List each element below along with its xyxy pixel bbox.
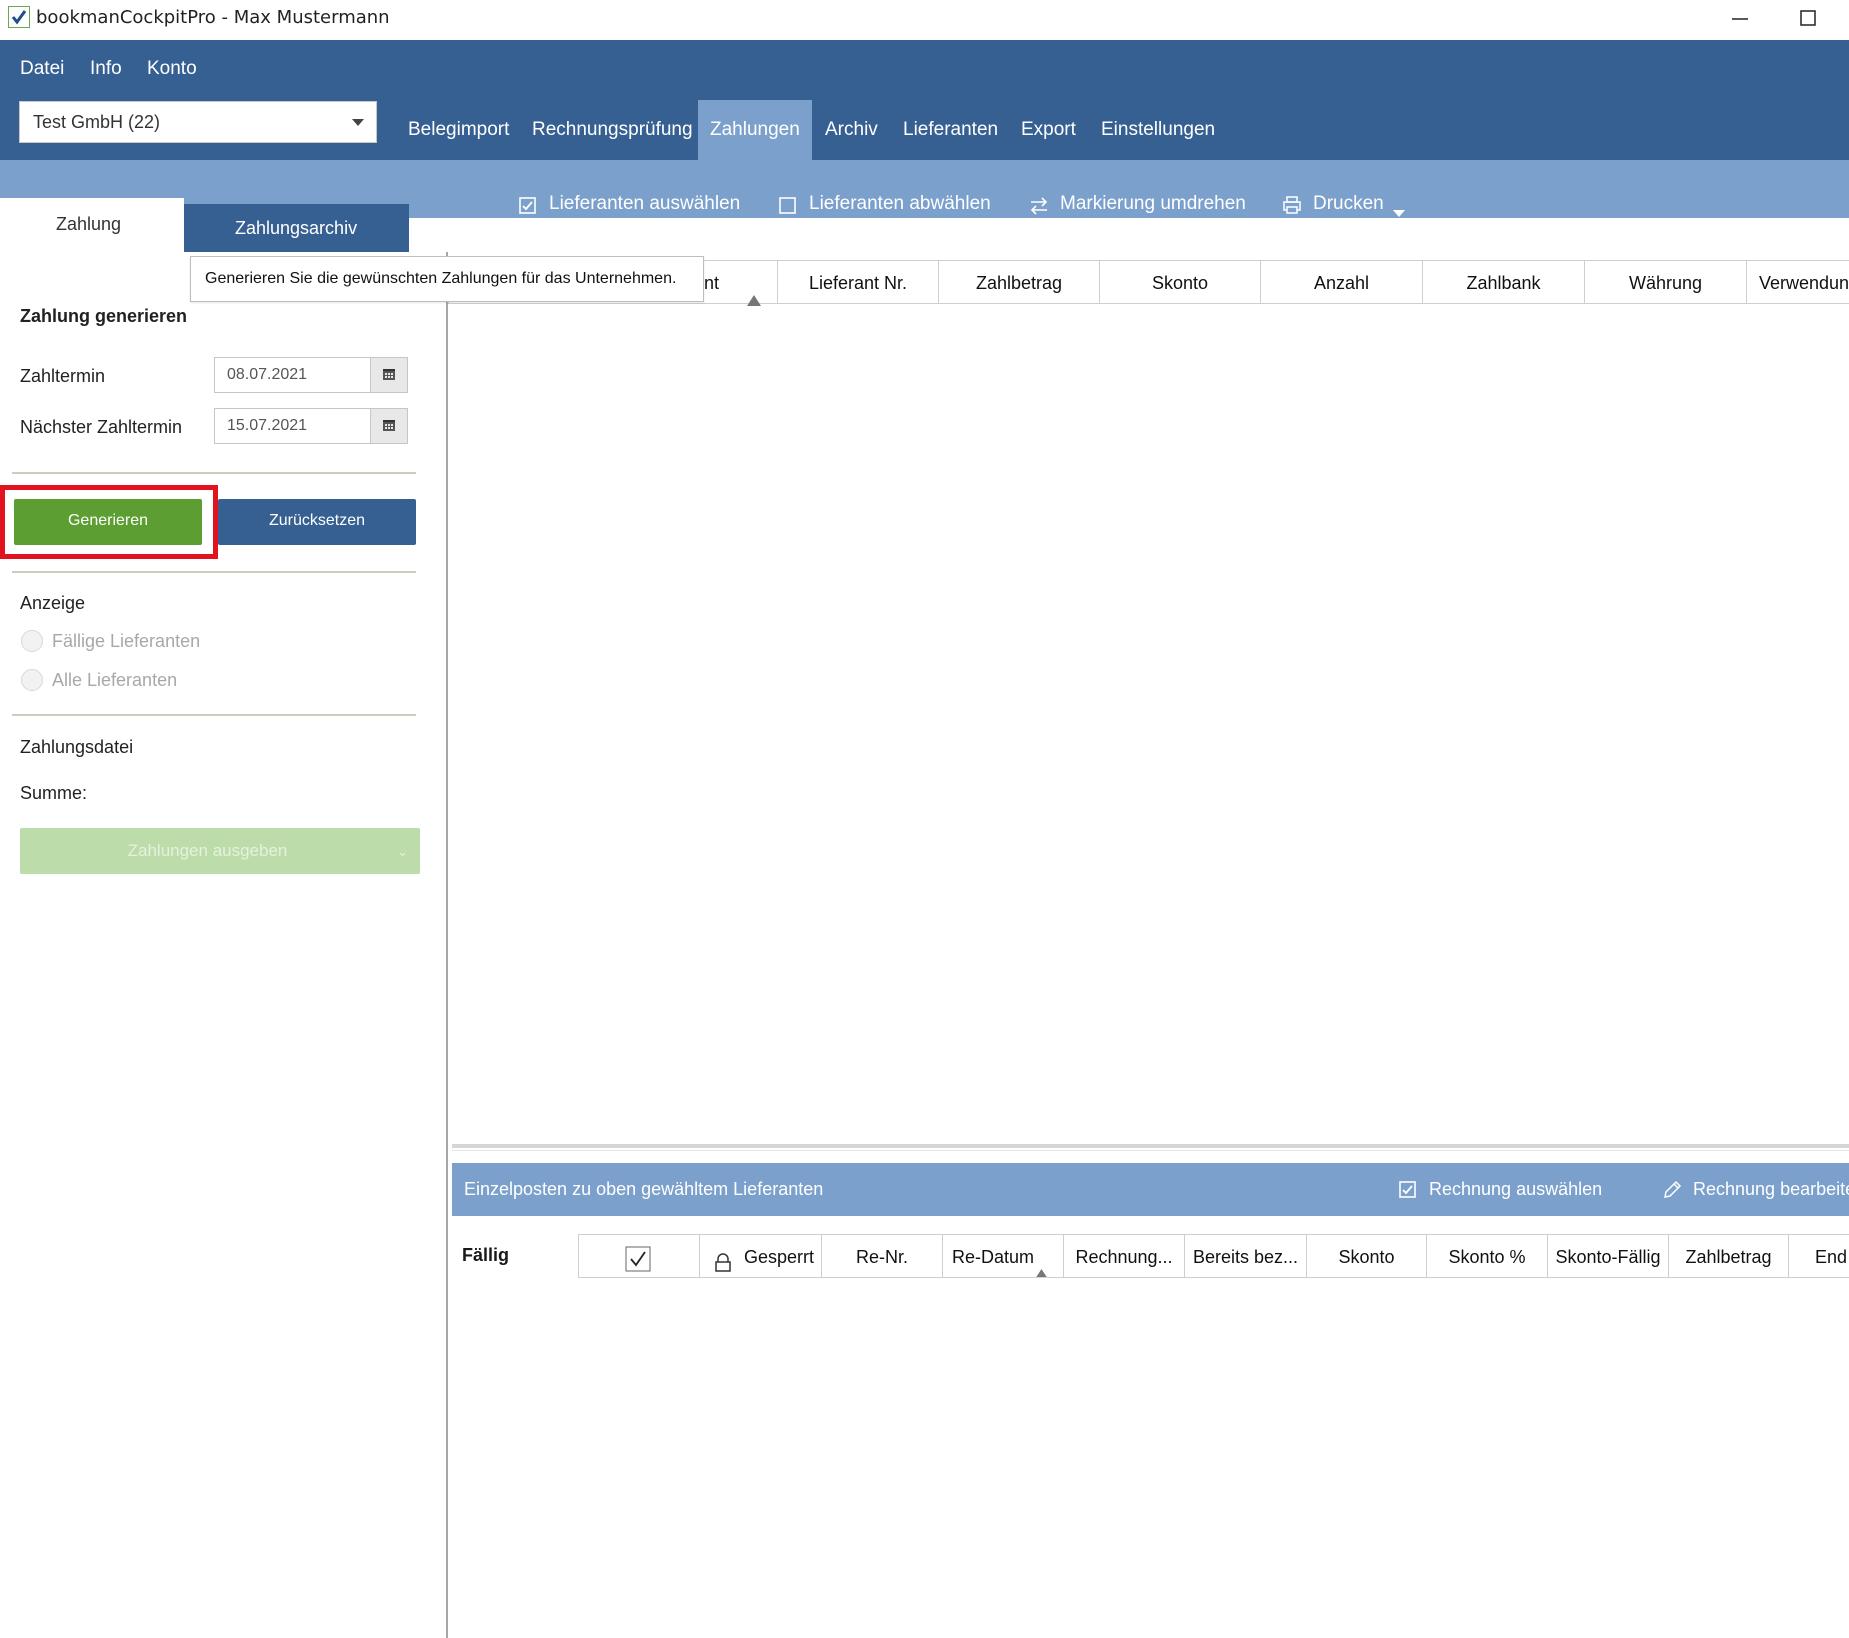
grid-splitter[interactable] xyxy=(452,1144,1849,1148)
tab-zahlungen[interactable]: Zahlungen xyxy=(698,100,812,160)
divider xyxy=(12,571,416,573)
tab-belegimport[interactable]: Belegimport xyxy=(396,100,521,160)
tooltip-text: Generieren Sie die gewünschten Zahlungen… xyxy=(205,270,677,287)
highlight-box xyxy=(0,485,218,559)
maximize-button[interactable] xyxy=(1788,2,1828,36)
column-header-bereits-bezahlt[interactable]: Bereits bez... xyxy=(1184,1234,1307,1278)
menu-info[interactable]: Info xyxy=(90,58,122,80)
sort-up-icon xyxy=(747,278,761,322)
output-payments-button[interactable]: Zahlungen ausgeben ⌄ xyxy=(20,828,420,874)
divider xyxy=(12,472,416,474)
company-select[interactable]: Test GmbH (22) xyxy=(19,101,377,143)
radio-all-suppliers-label: Alle Lieferanten xyxy=(52,670,178,690)
reset-button[interactable]: Zurücksetzen xyxy=(218,499,416,545)
panel-heading: Zahlung generieren xyxy=(20,306,188,326)
tab-archiv[interactable]: Archiv xyxy=(813,100,890,160)
minimize-button[interactable] xyxy=(1720,2,1760,36)
line-items-title: Einzelposten zu oben gewähltem Lieferant… xyxy=(464,1179,824,1199)
column-header-zahlbank[interactable]: Zahlbank xyxy=(1422,260,1585,304)
output-payments-label: Zahlungen ausgeben xyxy=(127,841,288,860)
tab-zahlungsarchiv[interactable]: Zahlungsarchiv xyxy=(184,204,409,252)
payment-date-value: 08.07.2021 xyxy=(227,366,308,383)
invert-selection-button[interactable]: Markierung umdrehen xyxy=(1060,193,1246,215)
column-header-waehrung[interactable]: Währung xyxy=(1584,260,1747,304)
print-button[interactable]: Drucken xyxy=(1313,193,1384,215)
app-logo-icon xyxy=(8,6,30,28)
column-header-zahlbetrag[interactable]: Zahlbetrag xyxy=(938,260,1100,304)
payment-file-label: Zahlungsdatei xyxy=(20,737,134,757)
column-header-verwendung[interactable]: Verwendun xyxy=(1746,260,1849,304)
radio-due-suppliers-label: Fällige Lieferanten xyxy=(52,631,201,651)
column-header-zahlbetrag[interactable]: Zahlbetrag xyxy=(1668,1234,1789,1278)
column-header-anzahl[interactable]: Anzahl xyxy=(1260,260,1423,304)
tab-zahlung[interactable]: Zahlung xyxy=(0,198,184,252)
panel-splitter[interactable] xyxy=(446,252,448,1638)
swap-arrows-icon xyxy=(1029,197,1049,221)
radio-due-suppliers[interactable] xyxy=(21,630,43,652)
checkmark-icon[interactable] xyxy=(625,1244,651,1277)
column-header-rechnung[interactable]: Rechnung... xyxy=(1063,1234,1185,1278)
printer-icon xyxy=(1282,195,1302,221)
title-bar: bookmanCockpitPro - Max Mustermann xyxy=(0,0,1849,40)
chevron-down-icon xyxy=(352,119,364,126)
column-header-skonto[interactable]: Skonto xyxy=(1099,260,1261,304)
next-payment-date-field[interactable]: 15.07.2021 xyxy=(214,408,408,444)
display-label: Anzeige xyxy=(20,593,86,613)
checkbox-checked-icon xyxy=(519,197,536,220)
reset-button-label: Zurücksetzen xyxy=(268,512,366,529)
tab-rechnungspruefung[interactable]: Rechnungsprüfung xyxy=(520,100,705,160)
due-label: Fällig xyxy=(462,1245,510,1265)
payment-date-label: Zahltermin xyxy=(20,366,106,386)
tab-zahlung-label: Zahlung xyxy=(56,214,122,234)
radio-all-suppliers[interactable] xyxy=(21,669,43,691)
column-header-re-datum[interactable]: Re-Datum xyxy=(942,1234,1064,1278)
column-header-skonto-faellig[interactable]: Skonto-Fällig xyxy=(1547,1234,1669,1278)
edit-invoice-button[interactable]: Rechnung bearbeite xyxy=(1693,1179,1849,1200)
checkbox-checked-icon xyxy=(1399,1181,1416,1204)
sort-up-icon xyxy=(1035,1251,1048,1277)
column-header-lieferant-nr[interactable]: Lieferant Nr. xyxy=(777,260,939,304)
column-header-re-datum-label: Re-Datum xyxy=(952,1247,1035,1267)
tab-einstellungen[interactable]: Einstellungen xyxy=(1089,100,1227,160)
column-header-lieferant-label: nt xyxy=(704,273,720,293)
calendar-icon[interactable] xyxy=(370,409,407,443)
column-header-re-nr[interactable]: Re-Nr. xyxy=(821,1234,943,1278)
sum-label: Summe: xyxy=(20,783,88,803)
divider xyxy=(12,714,416,716)
next-payment-date-label: Nächster Zahltermin xyxy=(20,417,183,437)
column-header-skonto-prozent[interactable]: Skonto % xyxy=(1426,1234,1548,1278)
menu-datei[interactable]: Datei xyxy=(20,58,64,80)
window-title: bookmanCockpitPro - Max Mustermann xyxy=(36,7,390,28)
tab-zahlungsarchiv-label: Zahlungsarchiv xyxy=(235,218,358,238)
tab-export[interactable]: Export xyxy=(1009,100,1088,160)
payment-date-field[interactable]: 08.07.2021 xyxy=(214,357,408,393)
chevron-down-icon: ⌄ xyxy=(397,844,408,859)
company-select-value: Test GmbH (22) xyxy=(33,112,161,132)
pencil-icon xyxy=(1662,1180,1682,1206)
menu-konto[interactable]: Konto xyxy=(147,58,197,80)
lock-icon xyxy=(714,1245,732,1277)
checkbox-empty-icon xyxy=(779,197,796,220)
divider xyxy=(452,1150,1849,1151)
print-dropdown-icon[interactable] xyxy=(1393,201,1405,224)
calendar-icon[interactable] xyxy=(370,358,407,392)
next-payment-date-value: 15.07.2021 xyxy=(227,417,308,434)
tooltip: Generieren Sie die gewünschten Zahlungen… xyxy=(190,256,704,302)
deselect-suppliers-button[interactable]: Lieferanten abwählen xyxy=(809,193,991,215)
select-invoice-button[interactable]: Rechnung auswählen xyxy=(1429,1179,1602,1200)
column-header-gesperrt-label: Gesperrt xyxy=(744,1247,815,1267)
column-header-end[interactable]: End xyxy=(1788,1234,1849,1278)
column-header-select[interactable] xyxy=(578,1234,700,1278)
column-header-skonto[interactable]: Skonto xyxy=(1306,1234,1427,1278)
select-suppliers-button[interactable]: Lieferanten auswählen xyxy=(549,193,740,215)
column-header-gesperrt[interactable]: Gesperrt xyxy=(699,1234,822,1278)
tab-lieferanten[interactable]: Lieferanten xyxy=(891,100,1010,160)
